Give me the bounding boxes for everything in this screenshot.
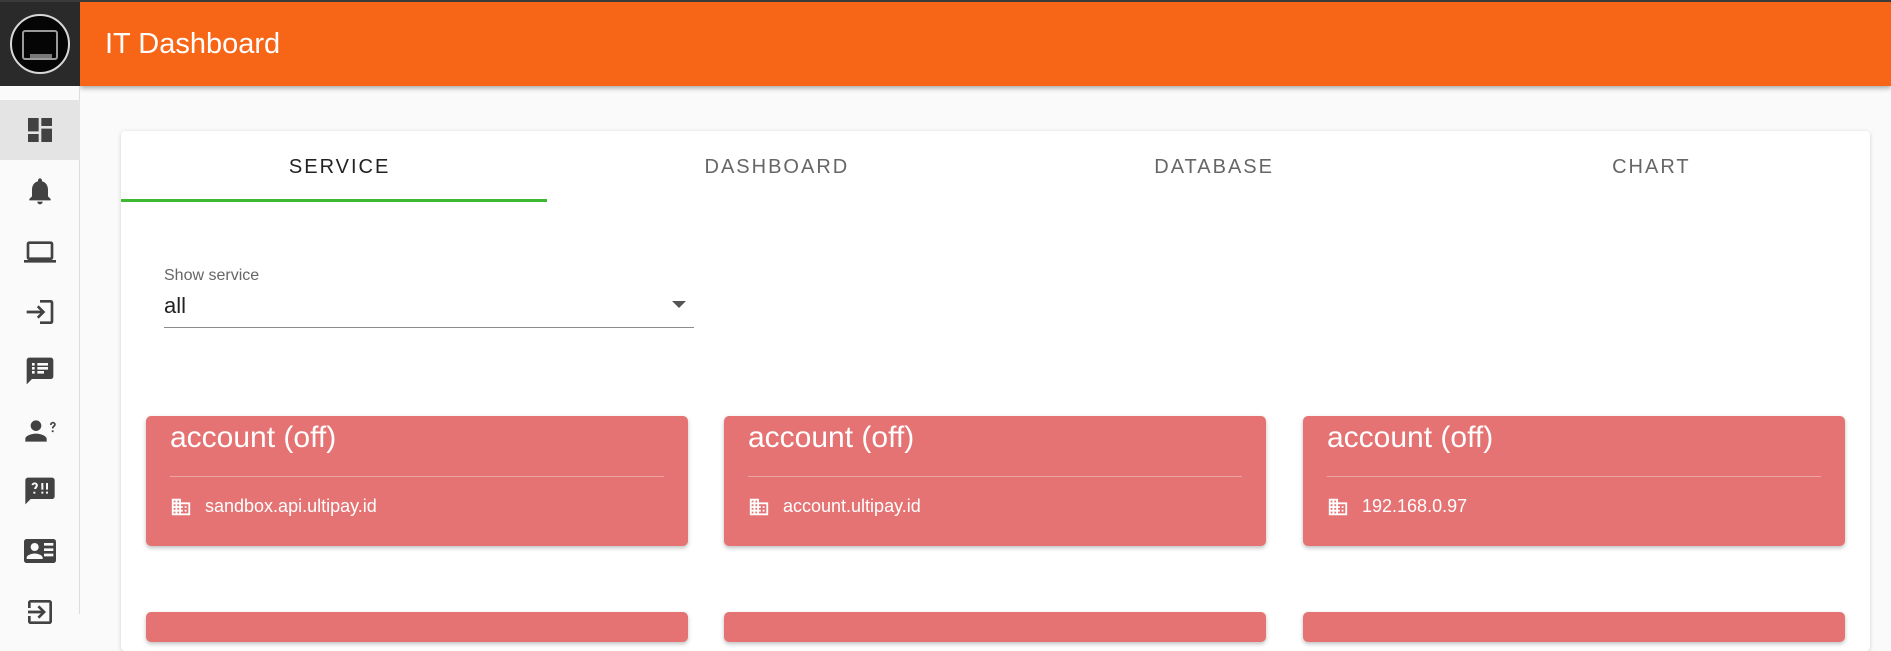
app-header: IT Dashboard <box>80 2 1891 86</box>
select-label: Show service <box>164 267 260 284</box>
service-card[interactable]: account (off) sandbox.api.ultipay.id <box>146 416 688 546</box>
dropdown-arrow-icon <box>672 301 686 308</box>
sidebar-item-faq[interactable] <box>0 461 80 521</box>
window-top-border <box>0 0 1891 2</box>
service-title: account (off) <box>748 421 915 454</box>
avatar[interactable] <box>10 14 70 74</box>
list-message-icon <box>26 357 54 385</box>
tab-dashboard[interactable]: DASHBOARD <box>558 131 995 203</box>
sidebar-item-contacts[interactable] <box>0 521 80 581</box>
service-title: account (off) <box>170 421 337 454</box>
service-host: account.ultipay.id <box>783 496 921 516</box>
sidebar-item-messages[interactable] <box>0 341 80 401</box>
contact-card-icon <box>24 539 56 563</box>
app-title: IT Dashboard <box>105 28 281 60</box>
sidebar-item-logout[interactable] <box>0 582 80 642</box>
main-card: SERVICE DASHBOARD DATABASE CHART Show se… <box>121 131 1870 651</box>
login-icon <box>26 300 54 324</box>
select-value: all <box>164 293 187 318</box>
service-card-partial[interactable] <box>146 612 688 642</box>
tab-bar: SERVICE DASHBOARD DATABASE CHART <box>121 131 1870 203</box>
service-card[interactable]: account (off) 192.168.0.97 <box>1303 416 1845 546</box>
sidebar-item-notifications[interactable] <box>0 161 80 221</box>
service-host: sandbox.api.ultipay.id <box>205 496 377 516</box>
question-chat-icon <box>25 477 55 505</box>
service-divider <box>748 476 1242 477</box>
tab-service[interactable]: SERVICE <box>121 131 558 203</box>
tab-chart[interactable]: CHART <box>1433 131 1870 203</box>
sidebar-item-user-help[interactable] <box>0 401 80 461</box>
tab-database[interactable]: DATABASE <box>996 131 1433 203</box>
bell-icon <box>29 178 51 205</box>
service-card[interactable]: account (off) account.ultipay.id <box>724 416 1266 546</box>
building-icon <box>749 498 769 516</box>
service-divider <box>1327 476 1821 477</box>
logout-icon <box>28 600 52 624</box>
show-service-select[interactable]: Show service all <box>164 267 694 328</box>
service-title: account (off) <box>1327 421 1494 454</box>
user-question-icon <box>25 420 56 442</box>
sidebar-item-devices[interactable] <box>0 222 80 282</box>
active-tab-indicator <box>121 199 547 202</box>
sidebar-item-login[interactable] <box>0 282 80 342</box>
building-icon <box>171 498 191 516</box>
building-icon <box>1328 498 1348 516</box>
service-card-partial[interactable] <box>1303 612 1845 642</box>
service-card-partial[interactable] <box>724 612 1266 642</box>
avatar-container <box>0 2 80 86</box>
service-host: 192.168.0.97 <box>1362 496 1468 516</box>
sidebar-item-dashboard[interactable] <box>0 100 80 160</box>
service-divider <box>170 476 664 477</box>
sidebar <box>0 0 80 624</box>
dashboard-icon <box>28 118 52 142</box>
laptop-icon <box>24 241 56 263</box>
